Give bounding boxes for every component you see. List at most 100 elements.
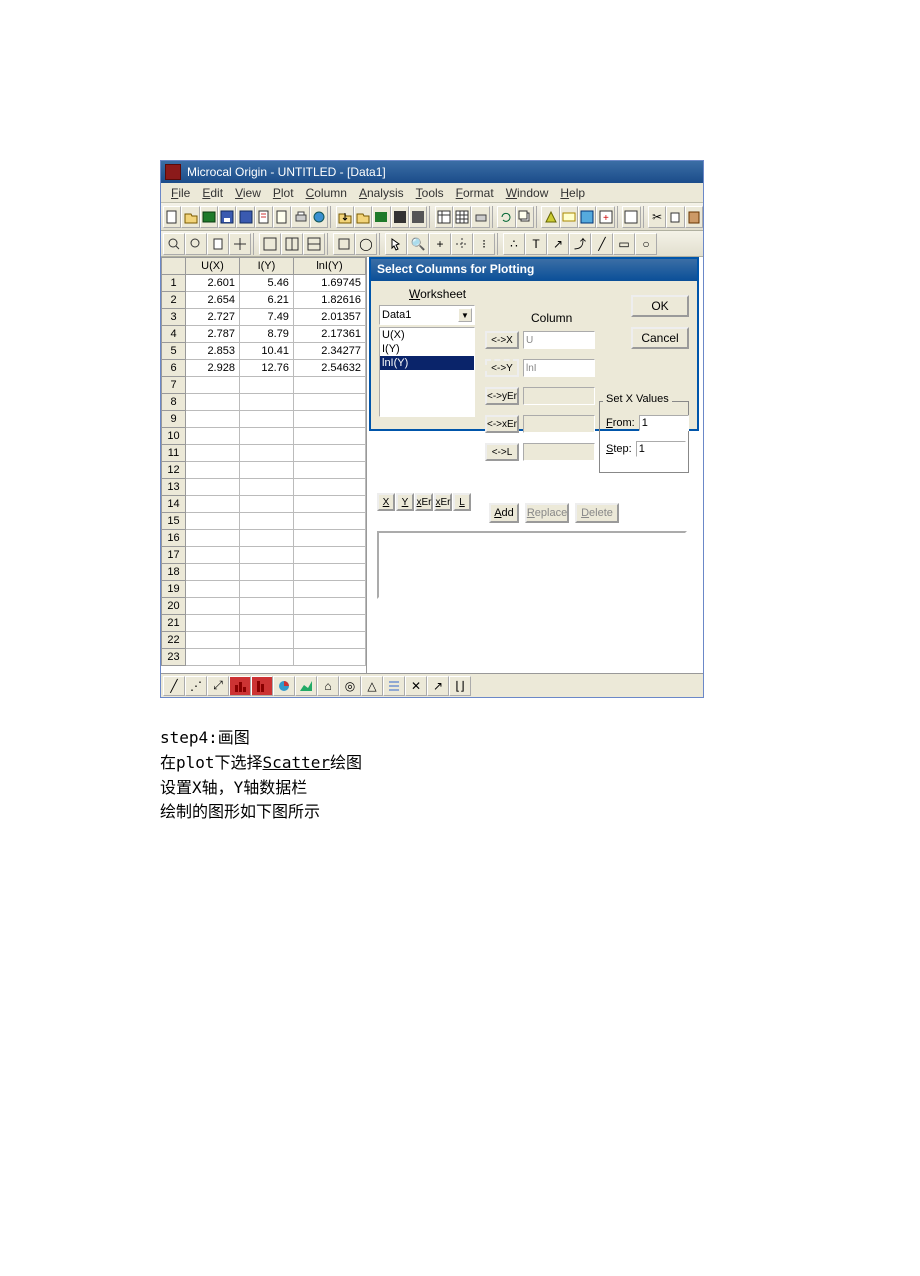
dialog-title[interactable]: Select Columns for Plotting — [371, 259, 697, 281]
menu-view[interactable]: View — [229, 184, 267, 202]
mask-icon[interactable]: ◯ — [355, 233, 377, 255]
row-header[interactable]: 2 — [162, 292, 186, 309]
data-cell[interactable] — [293, 513, 365, 530]
menu-window[interactable]: Window — [500, 184, 555, 202]
data-cell[interactable] — [239, 479, 293, 496]
data-cell[interactable] — [186, 394, 240, 411]
template-icon[interactable] — [255, 206, 273, 228]
data-cell[interactable]: 8.79 — [239, 326, 293, 343]
type-y-button[interactable]: Y — [396, 493, 414, 511]
open-icon[interactable] — [181, 206, 199, 228]
print-icon[interactable] — [291, 206, 309, 228]
data-cell[interactable] — [186, 513, 240, 530]
vector-plot-icon[interactable]: ↗ — [427, 676, 449, 696]
data-cell[interactable] — [239, 564, 293, 581]
row-header[interactable]: 7 — [162, 377, 186, 394]
column-plot-icon[interactable] — [251, 676, 273, 696]
listbox-item[interactable]: U(X) — [380, 328, 474, 342]
row-header[interactable]: 19 — [162, 581, 186, 598]
ternary-plot-icon[interactable]: △ — [361, 676, 383, 696]
row-header[interactable]: 3 — [162, 309, 186, 326]
import-multi-icon[interactable] — [354, 206, 372, 228]
area-plot-icon[interactable] — [295, 676, 317, 696]
row-header[interactable]: 21 — [162, 615, 186, 632]
data-cell[interactable] — [293, 496, 365, 513]
data-cell[interactable] — [239, 598, 293, 615]
data-cell[interactable] — [293, 479, 365, 496]
data-cell[interactable] — [186, 581, 240, 598]
data-cell[interactable] — [186, 547, 240, 564]
row-header[interactable]: 17 — [162, 547, 186, 564]
row-header[interactable]: 16 — [162, 530, 186, 547]
copy-icon[interactable] — [666, 206, 684, 228]
assign-x-button[interactable]: <->X — [485, 331, 519, 349]
data-cell[interactable] — [239, 547, 293, 564]
row-header[interactable]: 9 — [162, 411, 186, 428]
menu-edit[interactable]: Edit — [196, 184, 229, 202]
nav-icon[interactable] — [229, 233, 251, 255]
menu-file[interactable]: File — [165, 184, 196, 202]
pie-plot-icon[interactable] — [273, 676, 295, 696]
data-cell[interactable] — [293, 428, 365, 445]
add-col-icon[interactable]: + — [596, 206, 614, 228]
ok-button[interactable]: OK — [631, 295, 689, 317]
data-cell[interactable] — [239, 394, 293, 411]
data-cell[interactable] — [186, 377, 240, 394]
dropdown-arrow-icon[interactable]: ▼ — [458, 308, 472, 322]
data-cell[interactable] — [293, 377, 365, 394]
print2-icon[interactable] — [471, 206, 489, 228]
menu-analysis[interactable]: Analysis — [353, 184, 410, 202]
data-cell[interactable]: 2.727 — [186, 309, 240, 326]
data-cell[interactable]: 2.01357 — [293, 309, 365, 326]
row-header[interactable]: 14 — [162, 496, 186, 513]
type-xer-button[interactable]: xEr — [415, 493, 433, 511]
disk2-icon[interactable] — [409, 206, 427, 228]
paste-icon[interactable] — [685, 206, 703, 228]
data-cell[interactable]: 5.46 — [239, 275, 293, 292]
data-cell[interactable] — [293, 530, 365, 547]
data-cell[interactable] — [293, 564, 365, 581]
row-header[interactable]: 1 — [162, 275, 186, 292]
menu-column[interactable]: Column — [300, 184, 353, 202]
data-cell[interactable]: 6.21 — [239, 292, 293, 309]
row-header[interactable]: 23 — [162, 649, 186, 666]
scatter-plot-icon[interactable]: ⋰ — [185, 676, 207, 696]
duplicate-icon[interactable] — [516, 206, 534, 228]
data-cell[interactable] — [293, 632, 365, 649]
data-cell[interactable] — [186, 411, 240, 428]
data-cell[interactable] — [186, 428, 240, 445]
col-header[interactable]: I(Y) — [239, 258, 293, 275]
open-excel-icon[interactable] — [200, 206, 218, 228]
pointer-icon[interactable] — [385, 233, 407, 255]
menu-tools[interactable]: Tools — [410, 184, 450, 202]
data-cell[interactable]: 12.76 — [239, 360, 293, 377]
circle-icon[interactable]: ○ — [635, 233, 657, 255]
row-header[interactable]: 10 — [162, 428, 186, 445]
new-icon[interactable] — [163, 206, 181, 228]
data-cell[interactable]: 2.54632 — [293, 360, 365, 377]
data-cell[interactable]: 2.34277 — [293, 343, 365, 360]
y-column-field[interactable]: lnI — [523, 359, 595, 377]
data-cell[interactable] — [239, 581, 293, 598]
row-header[interactable]: 12 — [162, 462, 186, 479]
data-cell[interactable] — [293, 462, 365, 479]
3d-plot-icon[interactable]: ⌂ — [317, 676, 339, 696]
assign-xer-button[interactable]: <->xEr — [485, 415, 519, 433]
menu-format[interactable]: Format — [450, 184, 500, 202]
data-cell[interactable] — [239, 428, 293, 445]
cancel-button[interactable]: Cancel — [631, 327, 689, 349]
text-icon[interactable]: T — [525, 233, 547, 255]
save-project-icon[interactable] — [236, 206, 254, 228]
stack-plot-icon[interactable] — [383, 676, 405, 696]
matrix-icon[interactable] — [453, 206, 471, 228]
import-icon[interactable] — [336, 206, 354, 228]
results-icon[interactable] — [560, 206, 578, 228]
data-cell[interactable] — [239, 411, 293, 428]
data-cell[interactable]: 2.17361 — [293, 326, 365, 343]
row-header[interactable]: 5 — [162, 343, 186, 360]
win2-icon[interactable] — [281, 233, 303, 255]
template-plot-icon[interactable]: ⌊⌋ — [449, 676, 471, 696]
row-header[interactable]: 20 — [162, 598, 186, 615]
excel-import-icon[interactable] — [372, 206, 390, 228]
globe-icon[interactable] — [310, 206, 328, 228]
